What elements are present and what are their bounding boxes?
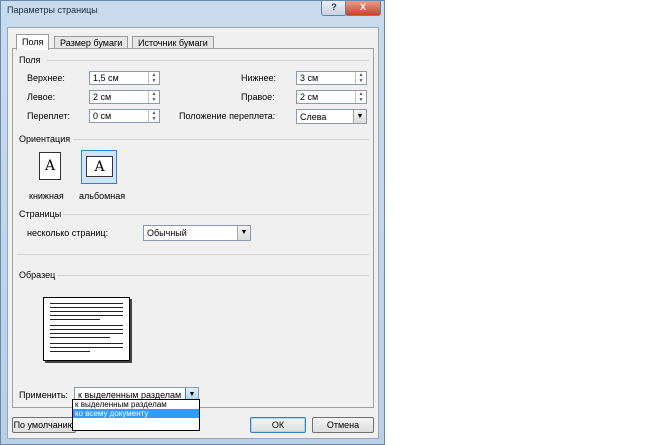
spin-down-icon[interactable]: ▼	[149, 116, 159, 122]
landscape-label: альбомная	[79, 191, 126, 201]
landscape-page-icon: A	[86, 156, 113, 177]
portrait-page-icon: A	[39, 152, 61, 180]
preview-text-line	[50, 337, 110, 338]
right-margin-spinner[interactable]: 2 см ▲ ▼	[296, 90, 367, 104]
multiple-pages-label: несколько страниц:	[27, 228, 109, 238]
pages-section-title: Страницы	[19, 209, 62, 219]
bottom-margin-label: Нижнее:	[241, 73, 277, 83]
gutter-spinner[interactable]: 0 см ▲ ▼	[89, 109, 160, 123]
left-margin-spinner[interactable]: 2 см ▲ ▼	[89, 90, 160, 104]
preview-text-line	[50, 311, 123, 312]
margins-section-title: Поля	[19, 55, 41, 65]
preview-text-line	[50, 319, 100, 320]
left-margin-label: Левое:	[27, 92, 56, 102]
dialog-client: Поля Размер бумаги Источник бумаги Поля …	[7, 27, 379, 439]
apply-option-selected-sections[interactable]: к выделенным разделам	[73, 400, 199, 409]
set-default-button[interactable]: По умолчанию	[12, 417, 76, 433]
chevron-down-icon[interactable]: ▼	[353, 110, 366, 123]
preview-text-line	[50, 329, 123, 330]
spin-down-icon[interactable]: ▼	[356, 97, 366, 103]
right-margin-value: 2 см	[300, 92, 319, 102]
top-margin-label: Верхнее:	[27, 73, 65, 83]
divider	[73, 139, 369, 140]
gutter-value: 0 см	[93, 111, 112, 121]
divider	[57, 275, 369, 276]
help-button[interactable]: ?	[321, 1, 347, 16]
preview-page	[43, 297, 130, 361]
close-button[interactable]: X	[345, 1, 381, 16]
preview-text-line	[50, 307, 123, 308]
preview-text-line	[50, 343, 123, 344]
preview-section-title: Образец	[19, 270, 56, 280]
right-margin-label: Правое:	[241, 92, 275, 102]
orientation-section-title: Ориентация	[19, 134, 71, 144]
preview-text-line	[50, 303, 123, 304]
bottom-margin-spinner[interactable]: 3 см ▲ ▼	[296, 71, 367, 85]
letter-a-glyph: A	[44, 158, 56, 174]
multiple-pages-value: Обычный	[147, 228, 187, 238]
window-title: Параметры страницы	[7, 5, 98, 15]
gutter-label: Переплет:	[27, 111, 70, 121]
margins-panel: Поля Верхнее: 1,5 см ▲ ▼ Нижнее: 3 см ▲ ▼ …	[12, 48, 374, 408]
gutter-position-value: Слева	[300, 112, 327, 122]
preview-text-line	[50, 351, 90, 352]
left-margin-value: 2 см	[93, 92, 112, 102]
divider	[63, 214, 369, 215]
top-margin-value: 1,5 см	[93, 73, 119, 83]
landscape-option[interactable]: A	[81, 150, 117, 184]
divider	[17, 254, 369, 255]
preview-text-line	[50, 333, 123, 334]
multiple-pages-select[interactable]: Обычный ▼	[143, 225, 251, 241]
spin-down-icon[interactable]: ▼	[149, 97, 159, 103]
apply-to-label: Применить:	[19, 390, 69, 400]
title-bar[interactable]: Параметры страницы ? X	[1, 1, 384, 19]
portrait-option[interactable]: A	[33, 150, 69, 184]
preview-text-line	[50, 347, 123, 348]
preview-text-line	[50, 315, 123, 316]
bottom-margin-value: 3 см	[300, 73, 319, 83]
letter-a-glyph: A	[94, 159, 105, 175]
divider	[47, 60, 369, 61]
preview-text-line	[50, 325, 123, 326]
gutter-position-label: Положение переплета:	[179, 111, 276, 121]
spin-down-icon[interactable]: ▼	[149, 78, 159, 84]
page-setup-dialog: Параметры страницы ? X Поля Размер бумаг…	[0, 0, 385, 445]
chevron-down-icon[interactable]: ▼	[237, 226, 250, 240]
tab-margins[interactable]: Поля	[16, 34, 50, 50]
cancel-button[interactable]: Отмена	[312, 417, 374, 433]
gutter-position-select[interactable]: Слева ▼	[296, 109, 367, 124]
portrait-label: книжная	[29, 191, 64, 201]
top-margin-spinner[interactable]: 1,5 см ▲ ▼	[89, 71, 160, 85]
ok-button[interactable]: ОК	[250, 417, 306, 433]
spin-down-icon[interactable]: ▼	[356, 78, 366, 84]
apply-to-dropdown-list: к выделенным разделам ко всему документу	[72, 399, 200, 431]
apply-option-whole-document[interactable]: ко всему документу	[73, 409, 199, 418]
